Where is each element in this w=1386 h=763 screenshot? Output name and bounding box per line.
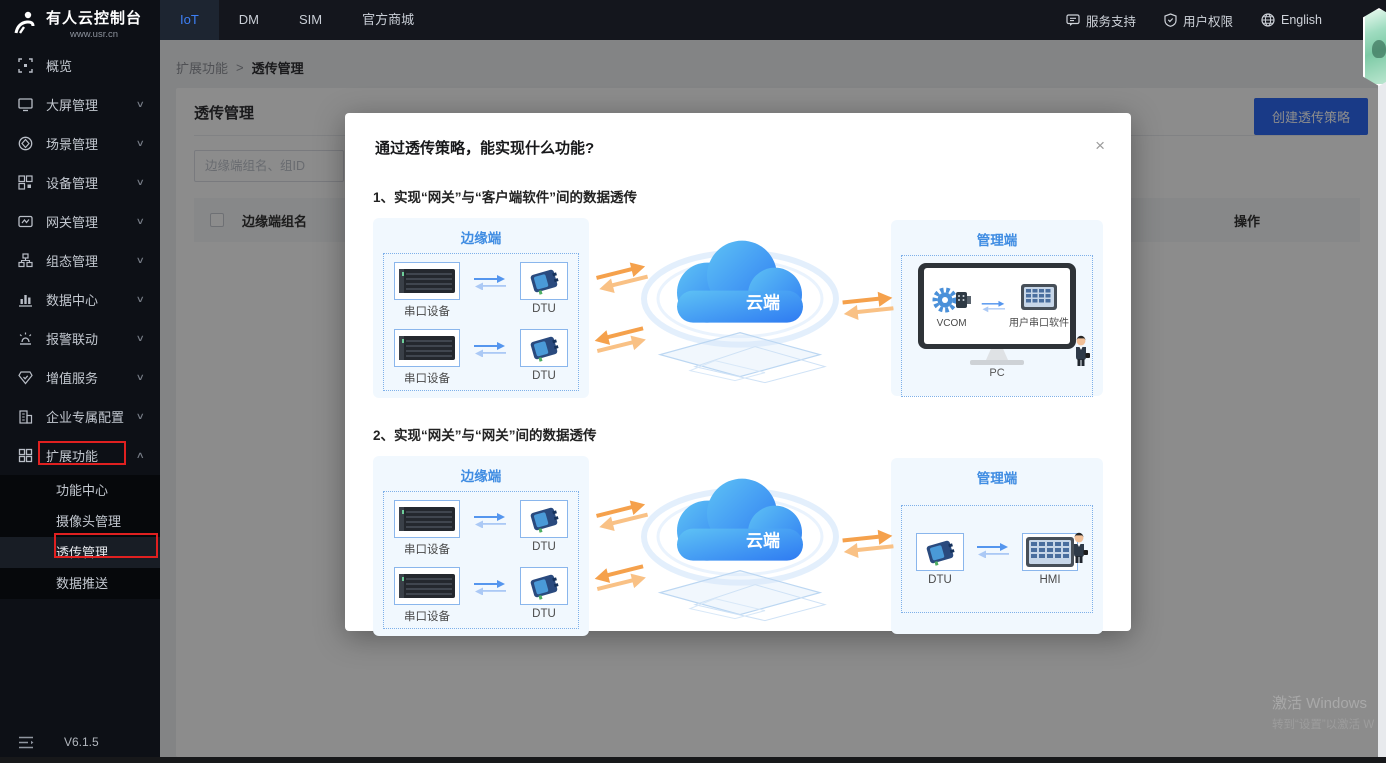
sidebar: 有人云控制台 www.usr.cn 概览 大屏管理 ∨ 场景管理 ∨ xyxy=(0,0,160,757)
app-root: 有人云控制台 www.usr.cn 概览 大屏管理 ∨ 场景管理 ∨ xyxy=(0,0,1386,763)
alarm-icon xyxy=(18,331,34,347)
person-illustration xyxy=(1072,335,1090,372)
tab-dm[interactable]: DM xyxy=(219,0,279,40)
chat-icon xyxy=(1066,14,1080,27)
dtu-device-icon xyxy=(916,533,964,571)
language-button[interactable]: English xyxy=(1261,13,1322,27)
device-icon xyxy=(18,175,34,191)
submenu-item-camera[interactable]: 摄像头管理 xyxy=(0,506,160,537)
gateway-icon xyxy=(18,214,34,230)
serial-device-icon xyxy=(394,500,460,538)
sidebar-item-valueadded[interactable]: 增值服务 ∨ xyxy=(0,358,160,397)
section1-heading: 1、实现“网关”与“客户端软件”间的数据透传 xyxy=(373,186,1103,206)
page-scrollbar[interactable] xyxy=(1378,40,1386,757)
serial-device-icon xyxy=(394,262,460,300)
vcom-icon xyxy=(932,283,972,317)
sidebar-item-device[interactable]: 设备管理 ∨ xyxy=(0,163,160,202)
support-button[interactable]: 服务支持 xyxy=(1066,11,1136,30)
sidebar-item-config[interactable]: 组态管理 ∨ xyxy=(0,241,160,280)
sidebar-item-enterprise[interactable]: 企业专属配置 ∨ xyxy=(0,397,160,436)
sidebar-item-extensions[interactable]: 扩展功能 ∧ xyxy=(0,436,160,475)
bidirectional-arrow-icon xyxy=(473,274,507,295)
permissions-button[interactable]: 用户权限 xyxy=(1164,11,1233,30)
brand-logo[interactable]: 有人云控制台 www.usr.cn xyxy=(0,0,160,46)
bottom-strip xyxy=(0,757,1386,763)
data-center-icon xyxy=(18,292,34,308)
sidebar-menu: 概览 大屏管理 ∨ 场景管理 ∨ 设备管理 ∨ 网关管理 ∨ xyxy=(0,46,160,475)
diagram-gateway-to-client: 边缘端 串口设备 xyxy=(373,218,1103,398)
sidebar-item-alarm[interactable]: 报警联动 ∨ xyxy=(0,319,160,358)
configuration-icon xyxy=(18,253,34,269)
manage-panel-1: 管理端 xyxy=(891,220,1103,396)
globe-icon xyxy=(1261,13,1275,27)
submenu-item-passthrough[interactable]: 透传管理 xyxy=(0,537,160,568)
overview-icon xyxy=(18,58,34,74)
brand-url: www.usr.cn xyxy=(46,29,142,40)
passthrough-help-modal: 通过透传策略，能实现什么功能? × 1、实现“网关”与“客户端软件”间的数据透传… xyxy=(345,113,1131,631)
usr-logo-icon xyxy=(12,10,38,36)
bidirectional-arrow-icon xyxy=(473,341,507,362)
edge-panel-1: 边缘端 串口设备 xyxy=(373,218,589,398)
manage-panel-2: 管理端 DTU xyxy=(891,458,1103,634)
sidebar-item-overview[interactable]: 概览 xyxy=(0,46,160,85)
bidirectional-arrow-icon xyxy=(473,512,507,533)
brand-title: 有人云控制台 xyxy=(46,7,142,28)
user-serial-software-icon xyxy=(1020,283,1058,313)
bidirectional-arrow-icon xyxy=(473,579,507,600)
serial-device-icon xyxy=(394,567,460,605)
modal-title: 通过透传策略，能实现什么功能? xyxy=(375,137,594,158)
sidebar-item-gateway[interactable]: 网关管理 ∨ xyxy=(0,202,160,241)
dtu-device-icon xyxy=(520,262,568,300)
enterprise-icon xyxy=(18,409,34,425)
submenu-item-function-center[interactable]: 功能中心 xyxy=(0,475,160,506)
dtu-device-icon xyxy=(520,329,568,367)
top-tabs: IoT DM SIM 官方商城 xyxy=(160,0,434,40)
windows-watermark: 激活 Windows 转到“设置”以激活 W xyxy=(1272,692,1386,732)
serial-device-icon xyxy=(394,329,460,367)
sidebar-submenu-extensions: 功能中心 摄像头管理 透传管理 数据推送 xyxy=(0,475,160,599)
value-service-icon xyxy=(18,370,34,386)
cloud-illustration: 云端 xyxy=(615,221,865,389)
user-avatar[interactable] xyxy=(1363,8,1386,86)
sidebar-item-datacenter[interactable]: 数据中心 ∨ xyxy=(0,280,160,319)
submenu-item-datapush[interactable]: 数据推送 xyxy=(0,568,160,599)
person-illustration xyxy=(1070,532,1088,569)
dtu-device-icon xyxy=(520,567,568,605)
close-icon[interactable]: × xyxy=(1095,137,1105,154)
cloud-illustration: 云端 xyxy=(615,459,865,627)
tab-iot[interactable]: IoT xyxy=(160,0,219,40)
collapse-sidebar-icon[interactable] xyxy=(18,736,34,749)
dtu-device-icon xyxy=(520,500,568,538)
diagram-gateway-to-gateway: 边缘端 串口设备 xyxy=(373,456,1103,636)
bidirectional-arrow-icon xyxy=(973,542,1013,563)
bidirectional-arrow-icon xyxy=(981,299,1006,313)
big-screen-icon xyxy=(18,97,34,113)
version-label: V6.1.5 xyxy=(64,735,99,749)
section2-heading: 2、实现“网关”与“网关”间的数据透传 xyxy=(373,424,1103,444)
edge-panel-2: 边缘端 串口设备 xyxy=(373,456,589,636)
sidebar-item-screen[interactable]: 大屏管理 ∨ xyxy=(0,85,160,124)
svg-text:云端: 云端 xyxy=(746,531,780,551)
scene-icon xyxy=(18,136,34,152)
pc-monitor-illustration: VCOM xyxy=(918,263,1076,365)
tab-mall[interactable]: 官方商城 xyxy=(342,0,434,40)
extensions-icon xyxy=(18,448,34,464)
tab-sim[interactable]: SIM xyxy=(279,0,342,40)
svg-text:云端: 云端 xyxy=(746,293,780,313)
shield-icon xyxy=(1164,13,1177,27)
sidebar-item-scene[interactable]: 场景管理 ∨ xyxy=(0,124,160,163)
topbar: IoT DM SIM 官方商城 服务支持 用户权限 English xyxy=(160,0,1386,40)
